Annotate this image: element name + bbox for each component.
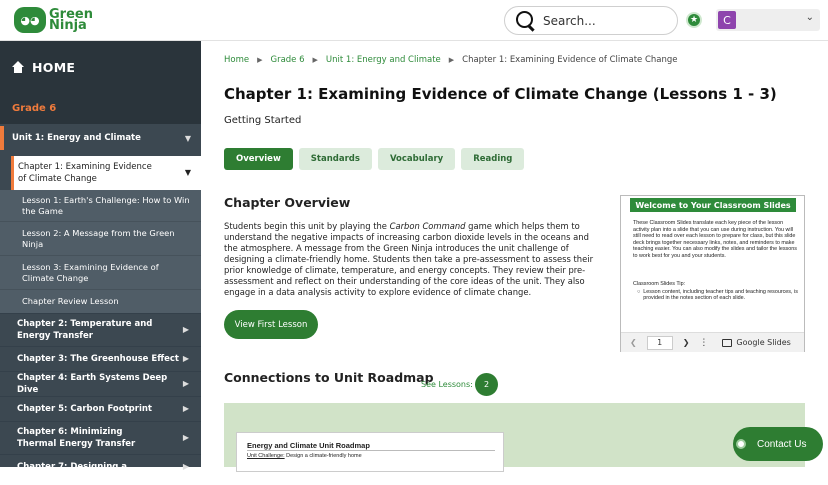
slide-tip-text: Lesson content, including teacher tips a… [643,288,798,302]
sidebar-chapter-4[interactable]: Chapter 4: Earth Systems Deep Dive ▶ [0,371,201,396]
connections-heading: Connections to Unit Roadmap [224,370,434,385]
breadcrumb: Home ▶ Grade 6 ▶ Unit 1: Energy and Clim… [224,55,678,65]
sidebar-chapter-review[interactable]: Chapter Review Lesson [0,289,201,313]
caret-right-icon: ▶ [182,462,189,471]
unit-challenge-text: Design a climate-friendly home [284,453,362,459]
sidebar-home-label: HOME [32,59,76,75]
sidebar-unit[interactable]: Unit 1: Energy and Climate ▼ [0,126,201,150]
tab-vocabulary[interactable]: Vocabulary [377,148,456,170]
sidebar-lesson-2[interactable]: Lesson 2: A Message from the Green Ninja [0,221,201,255]
divider [247,450,495,451]
sidebar-chapter-6[interactable]: Chapter 6: Minimizing Thermal Energy Tra… [0,421,201,454]
caret-down-icon: ▼ [184,168,191,177]
next-slide-icon[interactable]: ❯ [683,338,690,347]
sidebar-chapter-7[interactable]: Chapter 7: Designing a Climate-Friendly … [0,454,201,484]
search-placeholder: Search... [543,13,596,28]
sidebar-chapter-label: Chapter 7: Designing a Climate-Friendly … [17,462,128,484]
lesson-list: Lesson 1: Earth's Challenge: How to Win … [0,190,201,313]
search-input[interactable]: Search... [504,6,678,35]
breadcrumb-current: Chapter 1: Examining Evidence of Climate… [462,55,678,65]
breadcrumb-grade[interactable]: Grade 6 [271,55,305,65]
chevron-down-icon: ⌄ [805,12,814,23]
google-slides-label: Google Slides [736,338,791,347]
caret-right-icon: ▶ [182,379,189,388]
page-title: Chapter 1: Examining Evidence of Climate… [224,85,777,103]
view-first-lesson-button[interactable]: View First Lesson [224,310,318,339]
contact-us-label: Contact Us [757,438,807,450]
tab-bar: Overview Standards Vocabulary Reading [224,148,530,170]
slide-tip-title: Classroom Slides Tip: [633,281,686,287]
chevron-right-icon: ▶ [448,56,455,64]
game-title-emphasis: Carbon Command [389,221,466,231]
logo-line-2: Ninja [49,18,87,33]
green-ninja-logo[interactable]: ◕◕ Green Ninja [14,7,93,33]
chat-icon [736,439,746,449]
tab-reading[interactable]: Reading [461,148,525,170]
google-slides-icon [722,338,733,347]
caret-right-icon: ▶ [182,404,189,413]
sidebar-chapter-3[interactable]: Chapter 3: The Greenhouse Effect ▶ [0,346,201,371]
slides-controls: ❮ 1 ❯ ⋮ Google Slides [621,332,804,352]
sidebar-chapter-active[interactable]: Chapter 1: Examining Evidence of Climate… [11,156,201,190]
unit-challenge-label: Unit Challenge: [247,453,285,459]
google-slides-link[interactable]: Google Slides [722,338,791,347]
ninja-icon: ◕◕ [14,7,46,33]
sidebar-chapter-label: Chapter 6: Minimizing Thermal Energy Tra… [17,427,136,449]
avatar: C [718,11,736,29]
breadcrumb-home[interactable]: Home [224,55,249,65]
unit-roadmap-panel: Energy and Climate Unit Roadmap Unit Cha… [224,403,805,472]
sidebar-chapter-label: Chapter 2: Temperature and Energy Transf… [17,319,153,341]
slide-page-number[interactable]: 1 [646,335,673,350]
home-icon [12,61,24,73]
top-bar: ◕◕ Green Ninja Search... ★ C ⌄ [0,0,828,41]
sidebar-chapter-5[interactable]: Chapter 5: Carbon Footprint ▶ [0,396,201,421]
slide-title: Welcome to Your Classroom Slides [630,198,796,212]
roadmap-card-title: Energy and Climate Unit Roadmap [247,441,370,450]
sidebar-chapter-label: Chapter 3: The Greenhouse Effect [17,354,179,364]
star-badge-icon[interactable]: ★ [686,12,702,28]
caret-right-icon: ▶ [182,325,189,334]
sidebar-home[interactable]: HOME [0,41,201,93]
slide-body-text: These Classroom Slides translate each ke… [633,220,797,259]
slide-tip: Classroom Slides Tip: ○ Lesson content, … [633,281,798,302]
tab-standards[interactable]: Standards [298,148,372,170]
chevron-right-icon: ▶ [257,56,263,64]
breadcrumb-unit[interactable]: Unit 1: Energy and Climate [326,55,441,65]
overview-text-rest: game which helps them to understand the … [224,221,594,297]
sidebar-chapter-2[interactable]: Chapter 2: Temperature and Energy Transf… [0,313,201,346]
sidebar-chapter-label: Chapter 4: Earth Systems Deep Dive [17,373,168,395]
see-lessons-label: See Lessons: [421,380,473,389]
more-options-icon[interactable]: ⋮ [699,338,708,348]
search-icon[interactable] [515,10,537,32]
sidebar-chapter-label: Chapter 5: Carbon Footprint [17,404,152,414]
chapter-overview-text: Students begin this unit by playing the … [224,221,602,298]
user-menu-dropdown[interactable]: C ⌄ [716,9,820,31]
overview-text-start: Students begin this unit by playing the [224,221,390,231]
caret-down-icon: ▼ [184,133,191,143]
sidebar-lesson-1[interactable]: Lesson 1: Earth's Challenge: How to Win … [0,190,201,221]
contact-us-button[interactable]: Contact Us [733,427,823,461]
chevron-right-icon: ▶ [312,56,318,64]
sidebar: HOME Grade 6 Unit 1: Energy and Climate … [0,41,201,484]
caret-right-icon: ▶ [182,354,189,363]
sidebar-grade[interactable]: Grade 6 [0,93,201,124]
sidebar-chapter-active-label: Chapter 1: Examining Evidence of Climate… [18,162,152,184]
sidebar-unit-label: Unit 1: Energy and Climate [12,133,141,143]
roadmap-unit-challenge: Unit Challenge: Design a climate-friendl… [247,453,362,459]
tab-overview[interactable]: Overview [224,148,293,170]
bullet-icon: ○ [637,288,641,295]
classroom-slides-embed[interactable]: Welcome to Your Classroom Slides These C… [620,195,805,352]
sidebar-lesson-3[interactable]: Lesson 3: Examining Evidence of Climate … [0,255,201,289]
roadmap-card[interactable]: Energy and Climate Unit Roadmap Unit Cha… [236,432,504,472]
lesson-link-chip[interactable]: 2 [475,373,498,396]
chapter-overview-heading: Chapter Overview [224,195,351,210]
previous-slide-icon[interactable]: ❮ [630,338,637,347]
page-subtitle: Getting Started [224,115,302,126]
caret-right-icon: ▶ [182,433,189,442]
